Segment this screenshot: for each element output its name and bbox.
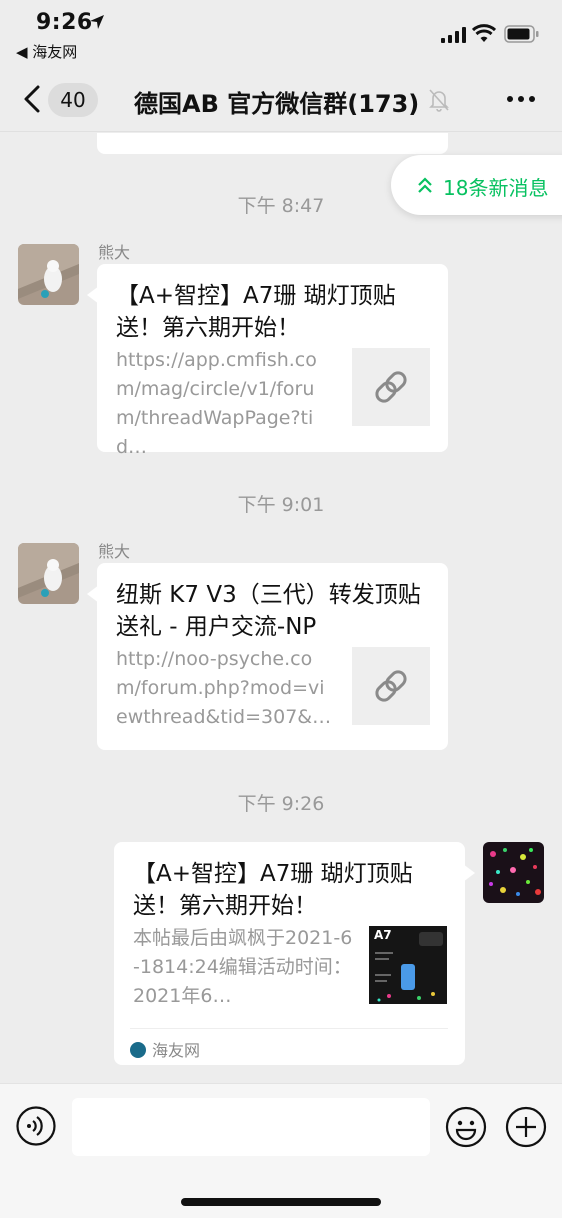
plus-icon[interactable] — [505, 1106, 547, 1148]
wifi-icon — [472, 24, 496, 42]
status-bar: 9:26 ◀ 海友网 — [0, 0, 562, 66]
message-timestamp: 下午 8:47 — [237, 195, 325, 217]
article-title: 【A+智控】A7珊 瑚灯顶贴送！第六期开始！ — [133, 861, 413, 919]
my-avatar[interactable] — [483, 842, 544, 903]
link-card-title: 纽斯 K7 V3（三代）转发顶贴送礼 - 用户交流-NP — [116, 582, 421, 640]
voice-icon[interactable] — [16, 1106, 56, 1146]
message-timestamp: 下午 9:01 — [237, 494, 325, 516]
signal-icon — [441, 27, 466, 43]
source-logo-icon — [130, 1042, 146, 1058]
link-card-url: http://noo-psyche.com/forum.php?mod=view… — [116, 648, 332, 728]
message-input[interactable] — [72, 1098, 430, 1156]
chat-title: 德国AB 官方微信群(173) — [134, 90, 420, 118]
link-icon — [375, 371, 407, 403]
article-source: 海友网 — [130, 1028, 448, 1061]
link-card-url: https://app.cmfish.com/mag/circle/v1/for… — [116, 349, 317, 458]
back-to-app-link[interactable]: ◀ 海友网 — [16, 41, 77, 62]
more-icon[interactable] — [506, 95, 536, 103]
article-thumbnail-label: A7 — [374, 928, 392, 942]
battery-icon — [504, 25, 539, 43]
shared-article-card[interactable]: 【A+智控】A7珊 瑚灯顶贴送！第六期开始！ 本帖最后由飒枫于2021-6-18… — [114, 842, 475, 1065]
status-time: 9:26 — [36, 10, 93, 35]
back-chevron-icon[interactable] — [22, 84, 42, 114]
sender-name: 熊大 — [98, 243, 131, 262]
link-thumbnail — [352, 348, 430, 426]
input-bar — [0, 1083, 562, 1218]
article-description: 本帖最后由飒枫于2021-6-1814:24编辑活动时间：2021年6… — [133, 927, 353, 1007]
article-thumbnail: A7 — [369, 926, 447, 1004]
link-card-title: 【A+智控】A7珊 瑚灯顶贴送！第六期开始！ — [116, 283, 396, 341]
sender-name: 熊大 — [98, 542, 131, 561]
chat-header: 40 德国AB 官方微信群(173) — [0, 66, 562, 132]
link-icon — [375, 670, 407, 702]
message-timestamp: 下午 9:26 — [237, 793, 325, 815]
location-arrow-icon — [90, 15, 104, 29]
avatar[interactable] — [18, 543, 79, 604]
home-indicator — [181, 1198, 381, 1206]
unread-count-badge[interactable]: 40 — [48, 83, 98, 117]
link-card-message[interactable]: 【A+智控】A7珊 瑚灯顶贴送！第六期开始！ https://app.cmfis… — [87, 264, 448, 458]
emoji-icon[interactable] — [445, 1106, 487, 1148]
link-thumbnail — [352, 647, 430, 725]
article-source-name: 海友网 — [152, 1041, 201, 1060]
link-card-message[interactable]: 纽斯 K7 V3（三代）转发顶贴送礼 - 用户交流-NP http://noo-… — [87, 563, 448, 750]
mute-bell-icon — [429, 89, 449, 112]
message-list[interactable]: 18条新消息 下午 8:47 熊大 【A+智控】A7珊 瑚灯顶贴送！第六期开始！… — [0, 133, 562, 1083]
previous-message-bubble[interactable] — [97, 133, 448, 154]
avatar[interactable] — [18, 244, 79, 305]
